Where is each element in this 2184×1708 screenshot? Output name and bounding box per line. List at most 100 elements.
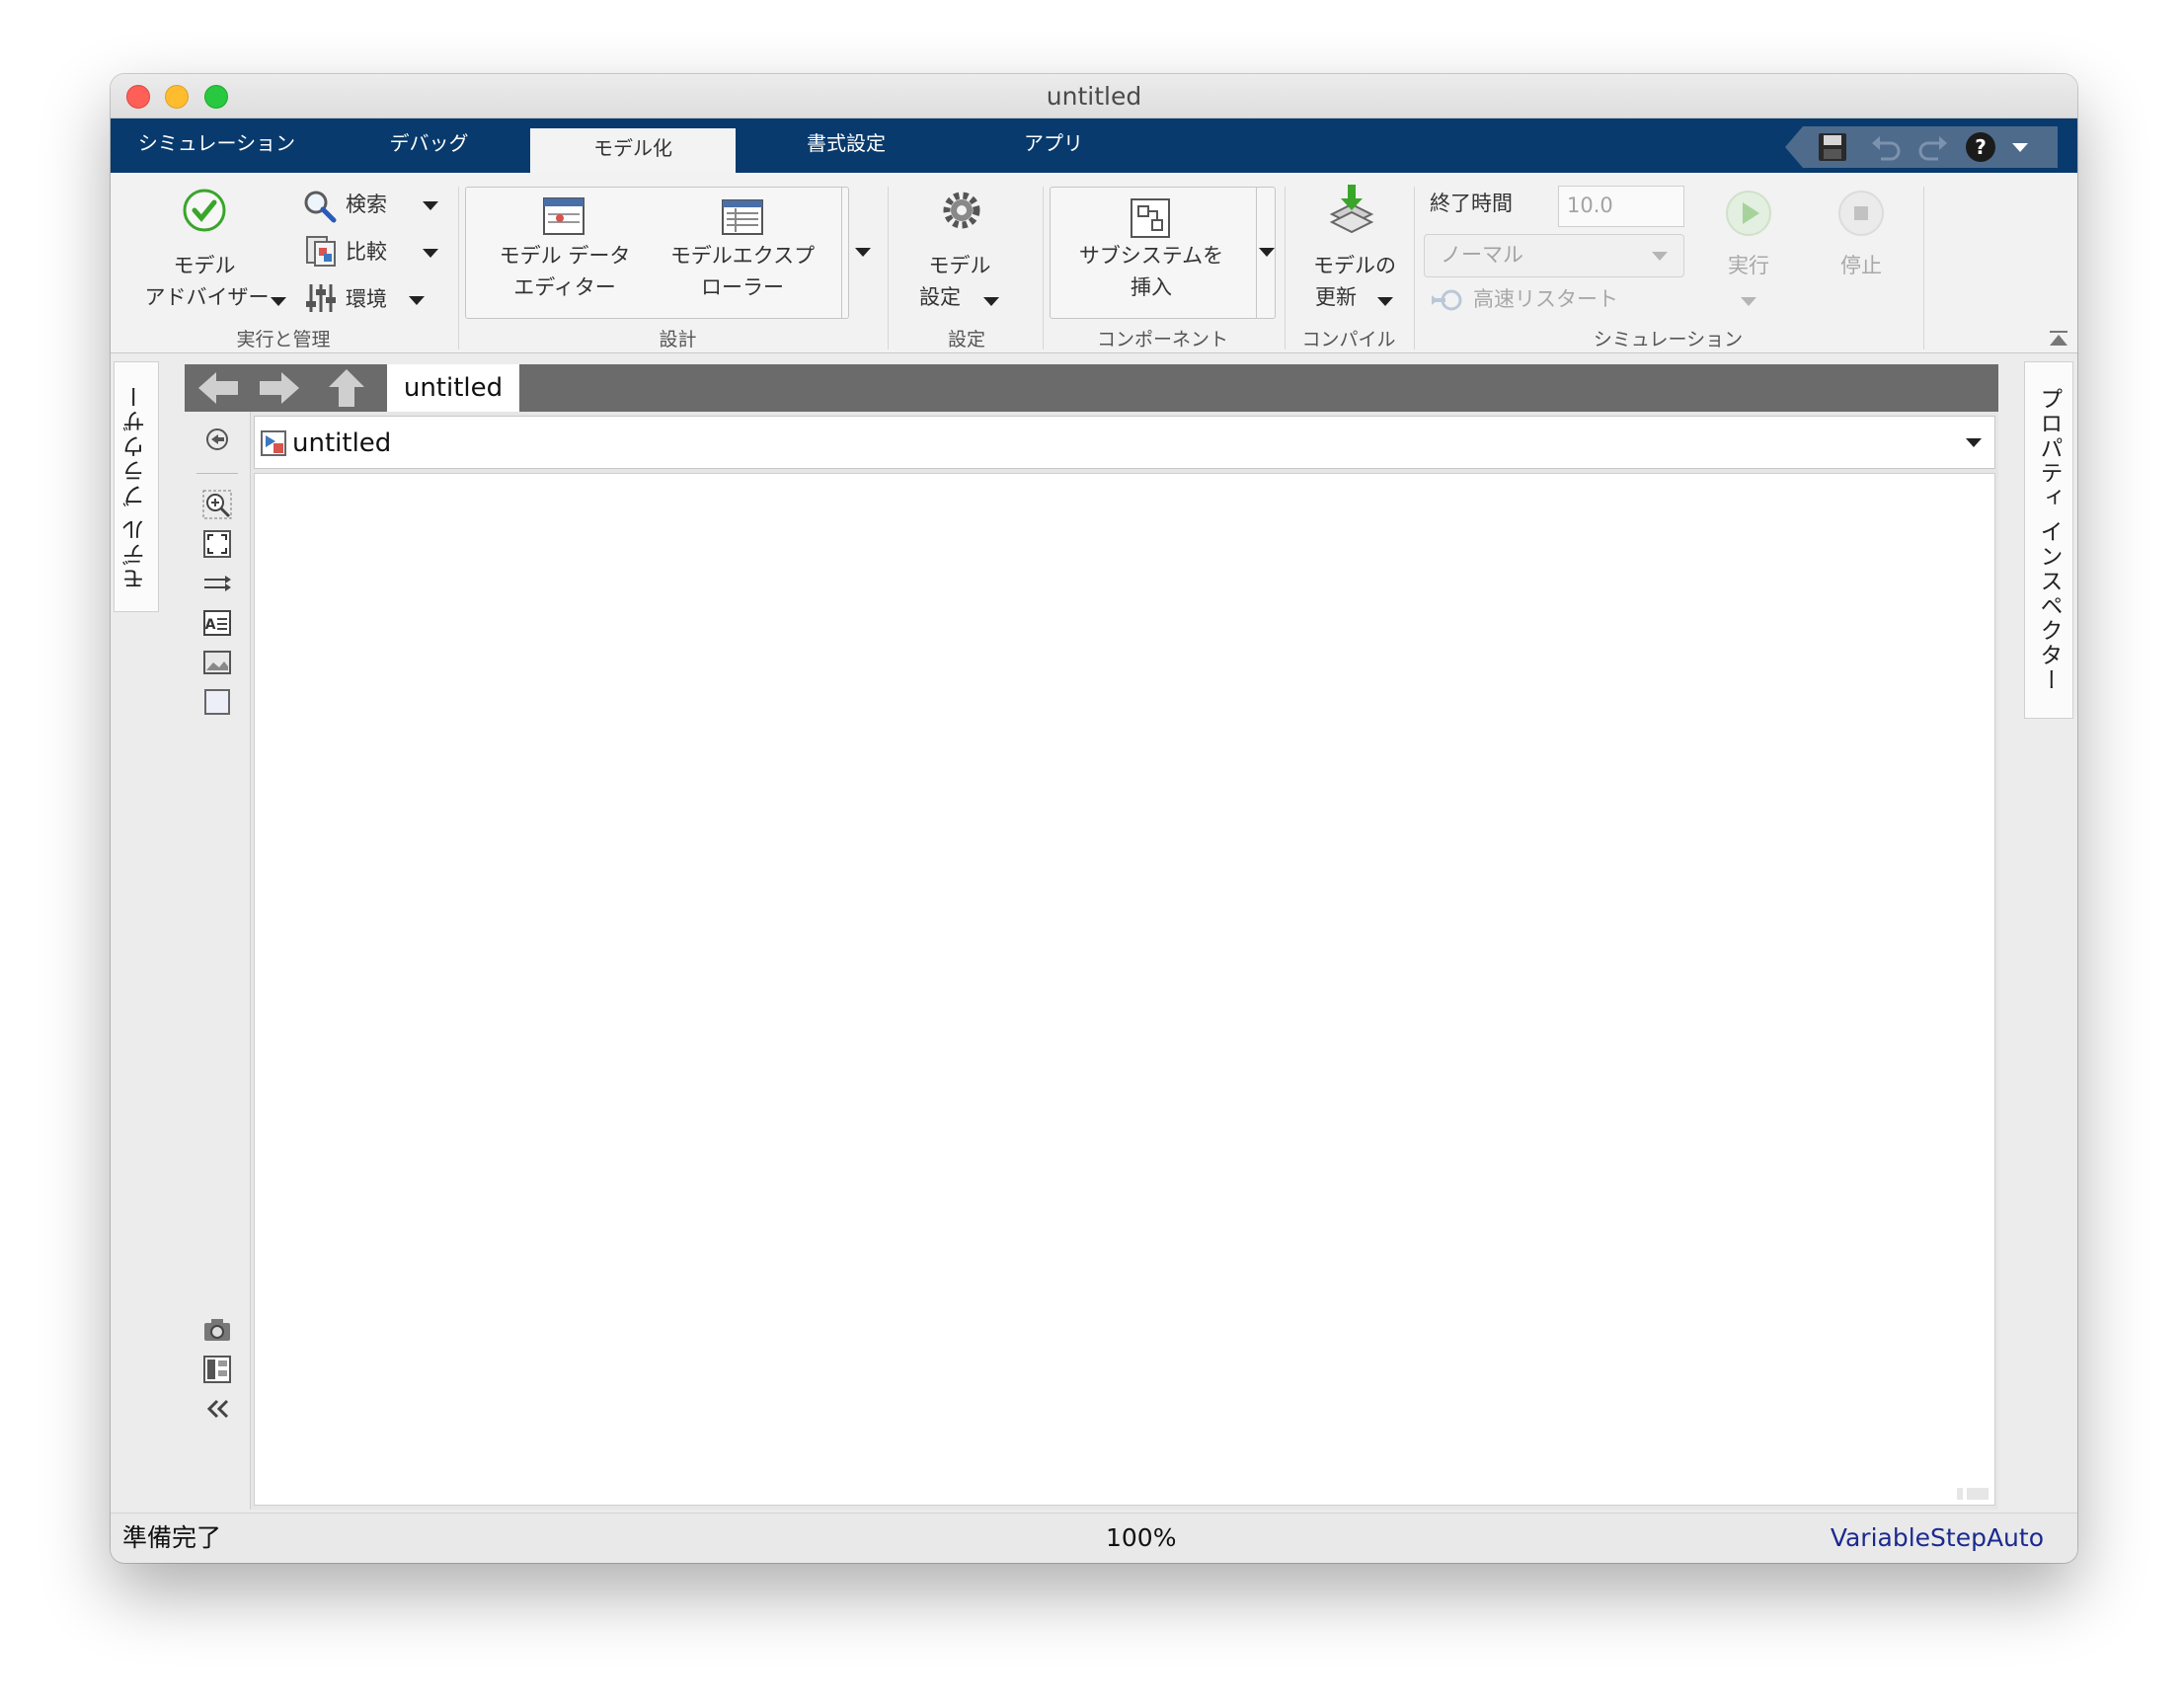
model-advisor-label-1[interactable]: モデル [150, 251, 259, 281]
status-text: 準備完了 [122, 1523, 222, 1552]
property-panel-icon[interactable] [201, 1354, 233, 1385]
model-settings-label-2[interactable]: 設定 [905, 282, 975, 313]
run-play-icon[interactable] [1724, 189, 1773, 238]
editor-tab-untitled[interactable]: untitled [387, 364, 519, 412]
model-canvas[interactable] [254, 473, 1995, 1506]
search-icon[interactable] [302, 189, 338, 224]
area-rectangle-icon[interactable] [201, 686, 233, 718]
address-dropdown-icon[interactable] [1966, 438, 1982, 447]
fast-restart-label[interactable]: 高速リスタート [1473, 284, 1618, 315]
compare-label[interactable]: 比較 [346, 237, 387, 268]
design-gallery-expand-icon[interactable] [855, 248, 871, 257]
run-dropdown-icon[interactable] [1741, 297, 1756, 306]
model-advisor-dropdown-icon[interactable] [271, 297, 286, 306]
simulink-window: untitled シミュレーション デバッグ モデル化 書式設定 アプリ ? モ… [111, 74, 2077, 1563]
resize-grip-icon[interactable] [1955, 1486, 1992, 1502]
model-explorer-icon[interactable] [721, 198, 764, 236]
insert-subsystem-label-2[interactable]: 挿入 [1058, 272, 1244, 303]
palette-toolstrip: A [185, 412, 251, 1510]
group-label-run-manage: 実行と管理 [236, 329, 331, 350]
help-icon[interactable]: ? [1963, 129, 1998, 165]
model-browser-tab[interactable]: モデル ブラウザー [114, 361, 159, 612]
environment-sliders-icon[interactable] [304, 281, 338, 315]
search-dropdown-icon[interactable] [423, 201, 438, 210]
solver-name[interactable]: VariableStepAuto [1831, 1514, 2044, 1563]
environment-dropdown-icon[interactable] [409, 296, 425, 305]
insert-subsystem-icon[interactable] [1129, 196, 1172, 240]
property-inspector-label: プロパティ インスペクター [2036, 387, 2062, 693]
group-label-design: 設計 [659, 329, 697, 350]
tab-apps[interactable]: アプリ [950, 118, 1157, 173]
collapse-toolstrip-icon[interactable] [201, 1393, 233, 1425]
fit-to-view-icon[interactable] [201, 528, 233, 560]
simulation-mode-value: ノーマル [1441, 243, 1523, 267]
ribbon: モデル アドバイザー 検索 比較 環境 実行と管理 モデル データ エディター … [111, 173, 2077, 353]
model-data-editor-icon[interactable] [542, 196, 585, 236]
stop-time-label: 終了時間 [1430, 192, 1513, 215]
compare-dropdown-icon[interactable] [423, 249, 438, 258]
back-arrow-icon[interactable] [195, 369, 242, 407]
gallery-divider [841, 187, 842, 319]
model-address-bar[interactable]: untitled [254, 416, 1995, 469]
group-label-component: コンポーネント [1096, 329, 1228, 350]
model-advisor-label-2[interactable]: アドバイザー [125, 282, 288, 313]
stop-time-input[interactable]: 10.0 [1558, 186, 1684, 227]
collapse-ribbon-icon[interactable] [2048, 329, 2069, 349]
tab-debug[interactable]: デバッグ [323, 118, 535, 173]
stop-icon[interactable] [1836, 189, 1886, 238]
editor-nav-bar: untitled [185, 364, 1998, 412]
update-model-icon[interactable] [1328, 183, 1375, 234]
update-model-dropdown-icon[interactable] [1377, 297, 1393, 306]
model-address-text: untitled [292, 428, 392, 458]
model-advisor-check-icon[interactable] [181, 187, 228, 234]
up-arrow-icon[interactable] [325, 367, 368, 409]
update-model-label-2[interactable]: 更新 [1295, 282, 1376, 313]
zoom-in-icon[interactable] [201, 489, 233, 520]
ribbon-tab-bar: シミュレーション デバッグ モデル化 書式設定 アプリ ? [111, 118, 2077, 173]
group-label-simulation: シミュレーション [1593, 329, 1744, 350]
tab-format[interactable]: 書式設定 [742, 118, 950, 173]
redo-icon[interactable] [1915, 129, 1951, 165]
toolstrip-divider [196, 473, 238, 474]
update-model-label-1[interactable]: モデルの [1295, 251, 1414, 281]
simulation-mode-select[interactable]: ノーマル [1424, 234, 1684, 277]
hide-show-icon[interactable] [201, 424, 233, 455]
help-dropdown-icon[interactable] [2012, 143, 2028, 152]
run-label[interactable]: 実行 [1710, 251, 1787, 281]
group-label-compile: コンパイル [1301, 329, 1396, 350]
quick-access-toolbar: ? [1785, 126, 2058, 168]
zoom-level[interactable]: 100% [1106, 1514, 1176, 1563]
image-icon[interactable] [201, 647, 233, 678]
group-label-settings: 設定 [947, 329, 985, 350]
model-data-editor-label-2[interactable]: エディター [481, 272, 649, 303]
undo-icon[interactable] [1868, 129, 1904, 165]
window-title: untitled [1046, 82, 1142, 111]
fast-restart-icon[interactable] [1430, 285, 1463, 315]
save-icon[interactable] [1815, 129, 1850, 165]
tab-simulation[interactable]: シミュレーション [111, 118, 323, 173]
search-label[interactable]: 検索 [346, 190, 387, 220]
signal-arrows-icon[interactable] [201, 568, 233, 599]
insert-subsystem-label-1[interactable]: サブシステムを [1058, 241, 1244, 272]
component-gallery-expand-icon[interactable] [1259, 248, 1275, 257]
snapshot-camera-icon[interactable] [201, 1314, 233, 1346]
simulink-model-icon [261, 430, 286, 456]
forward-arrow-icon[interactable] [256, 369, 303, 407]
title-bar: untitled [111, 74, 2077, 118]
gear-icon[interactable] [940, 189, 983, 232]
ribbon-separator [1923, 187, 1924, 349]
status-bar: 準備完了 100% VariableStepAuto [111, 1513, 2077, 1563]
model-explorer-label-2[interactable]: ローラー [654, 272, 831, 303]
stop-label[interactable]: 停止 [1823, 251, 1900, 281]
tab-modeling[interactable]: モデル化 [530, 128, 736, 173]
model-settings-label-1[interactable]: モデル [905, 251, 1014, 281]
svg-text:?: ? [1975, 135, 1987, 159]
compare-icon[interactable] [304, 234, 338, 268]
model-settings-dropdown-icon[interactable] [983, 297, 999, 306]
environment-label[interactable]: 環境 [346, 284, 387, 315]
simulation-mode-dropdown-icon[interactable] [1652, 252, 1668, 261]
model-data-editor-label-1[interactable]: モデル データ [481, 241, 649, 272]
property-inspector-tab[interactable]: プロパティ インスペクター [2024, 361, 2073, 719]
annotation-text-icon[interactable]: A [201, 607, 233, 639]
model-explorer-label-1[interactable]: モデルエクスプ [654, 241, 831, 272]
